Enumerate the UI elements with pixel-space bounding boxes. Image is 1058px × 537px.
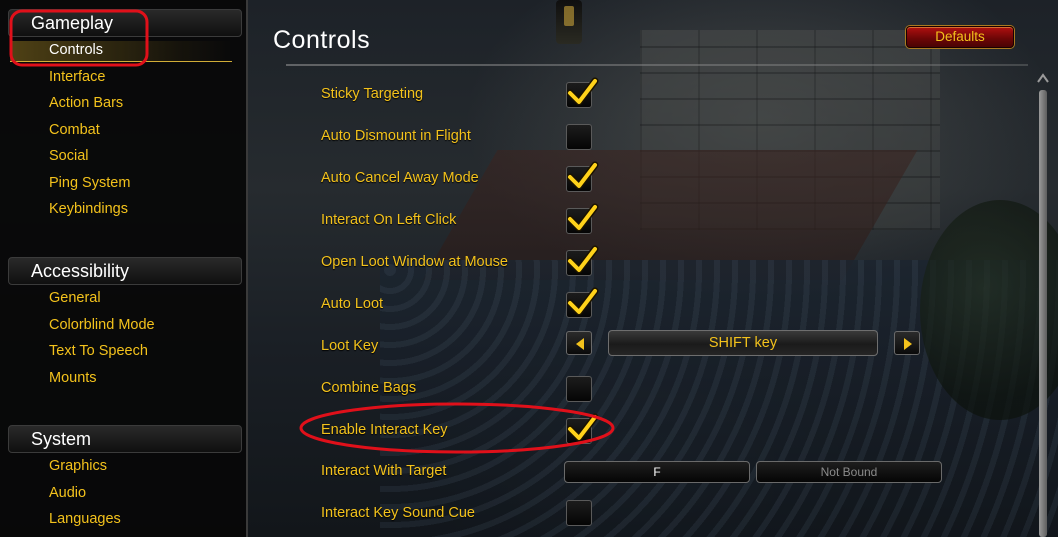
setting-label-interact-with-target: Interact With Target	[321, 463, 447, 479]
setting-label-loot-key: Loot Key	[321, 338, 379, 354]
loot-key-prev-button[interactable]	[566, 331, 592, 355]
section-accessibility: Accessibility General Colorblind Mode Te…	[8, 257, 242, 391]
sidebar-item-label: Languages	[49, 511, 121, 527]
sidebar-item-label: Audio	[49, 484, 87, 501]
sidebar-item-interface[interactable]: Interface	[8, 64, 242, 91]
combine-bags-checkbox[interactable]	[566, 376, 592, 402]
auto-cancel-away-checkbox[interactable]	[566, 161, 599, 192]
checkmark-icon	[567, 413, 599, 442]
sidebar-item-label: Combat	[49, 121, 100, 138]
sidebar-item-label: Controls	[49, 42, 103, 58]
sidebar-item-label: Graphics	[49, 458, 108, 474]
checkmark-icon	[567, 245, 599, 274]
setting-label-sticky-targeting: Sticky Targeting	[321, 86, 424, 102]
sticky-targeting-checkbox[interactable]	[566, 77, 599, 108]
checkmark-icon	[567, 287, 599, 316]
sidebar-item-graphics[interactable]: Graphics	[8, 453, 242, 480]
setting-label-open-loot-window: Open Loot Window at Mouse	[321, 254, 508, 270]
checkmark-icon	[567, 203, 599, 232]
interact-keybind-secondary[interactable]: Not Bound	[756, 461, 942, 483]
setting-label-interact-left-click: Interact On Left Click	[321, 212, 457, 228]
interact-keybind-primary[interactable]: F	[564, 461, 750, 483]
sidebar-item-text-to-speech[interactable]: Text To Speech	[8, 338, 242, 365]
scroll-up-icon[interactable]	[1036, 70, 1050, 86]
interact-sound-cue-checkbox[interactable]	[566, 500, 592, 526]
section-header-system[interactable]: System	[8, 425, 242, 453]
setting-label-auto-dismount: Auto Dismount in Flight	[321, 128, 471, 144]
defaults-button[interactable]: Defaults	[906, 26, 1014, 48]
section-header-accessibility[interactable]: Accessibility	[8, 257, 242, 285]
sidebar-item-label: General	[49, 290, 101, 306]
sidebar-item-action-bars[interactable]: Action Bars	[8, 90, 242, 117]
open-loot-window-checkbox[interactable]	[566, 245, 599, 276]
sidebar-item-combat[interactable]: Combat	[8, 117, 242, 144]
sidebar-item-label: Social	[49, 148, 89, 164]
loot-key-dropdown[interactable]: SHIFT key	[608, 330, 878, 356]
checkmark-icon	[567, 161, 599, 190]
sidebar-item-label: Action Bars	[49, 95, 124, 111]
settings-scrollbar[interactable]	[1036, 70, 1050, 537]
sidebar-item-keybindings[interactable]: Keybindings	[8, 196, 242, 223]
settings-sidebar: Gameplay Controls Interface Action Bars …	[0, 0, 248, 537]
auto-loot-checkbox[interactable]	[566, 287, 599, 318]
background-lamp	[556, 0, 582, 44]
sidebar-item-label: Mounts	[49, 369, 97, 386]
interact-left-click-checkbox[interactable]	[566, 203, 599, 234]
sidebar-item-label: Ping System	[49, 174, 131, 191]
sidebar-item-label: Keybindings	[49, 201, 128, 217]
setting-label-combine-bags: Combine Bags	[321, 380, 417, 396]
sidebar-item-audio[interactable]: Audio	[8, 480, 242, 507]
section-header-gameplay[interactable]: Gameplay	[8, 9, 242, 37]
section-gameplay: Gameplay Controls Interface Action Bars …	[8, 9, 242, 223]
scroll-thumb[interactable]	[1039, 90, 1047, 537]
sidebar-item-languages[interactable]: Languages	[8, 506, 242, 533]
setting-label-auto-loot: Auto Loot	[321, 296, 384, 312]
sidebar-item-controls[interactable]: Controls	[8, 37, 242, 64]
loot-key-next-button[interactable]	[894, 331, 920, 355]
sidebar-item-ping-system[interactable]: Ping System	[8, 170, 242, 197]
title-divider	[286, 64, 1028, 66]
sidebar-item-label: Text To Speech	[49, 343, 148, 359]
sidebar-item-social[interactable]: Social	[8, 143, 242, 170]
section-system: System Graphics Audio Languages	[8, 425, 242, 533]
page-title: Controls	[273, 26, 371, 54]
setting-label-auto-cancel-away: Auto Cancel Away Mode	[321, 170, 479, 186]
arrow-left-icon	[576, 338, 584, 350]
sidebar-item-mounts[interactable]: Mounts	[8, 365, 242, 392]
checkmark-icon	[567, 77, 599, 106]
sidebar-item-colorblind-mode[interactable]: Colorblind Mode	[8, 312, 242, 339]
auto-dismount-checkbox[interactable]	[566, 124, 592, 150]
setting-label-enable-interact-key: Enable Interact Key	[321, 422, 448, 438]
arrow-right-icon	[904, 338, 912, 350]
enable-interact-key-checkbox[interactable]	[566, 413, 599, 444]
setting-label-interact-sound-cue: Interact Key Sound Cue	[321, 505, 475, 521]
sidebar-item-general[interactable]: General	[8, 285, 242, 312]
sidebar-item-label: Colorblind Mode	[49, 316, 155, 333]
sidebar-item-label: Interface	[49, 68, 106, 85]
